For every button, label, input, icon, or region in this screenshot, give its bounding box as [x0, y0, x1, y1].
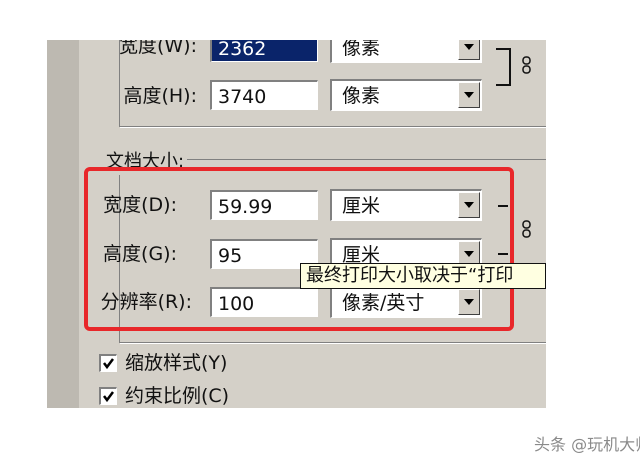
checkmark-icon: [103, 358, 114, 370]
pixel-width-label: 宽度(W):: [118, 40, 197, 57]
annotation-highlight-box: [84, 167, 514, 331]
pixel-height-value: 3740: [218, 86, 267, 108]
pixel-width-unit: 像素: [342, 40, 381, 59]
constrain-proportions-label: 约束比例(C): [125, 385, 230, 407]
scale-styles-label: 缩放样式(Y): [125, 352, 228, 374]
chain-link-icon: [522, 220, 531, 238]
constrain-proportions-checkbox[interactable]: [99, 387, 117, 405]
watermark: 头条 @玩机大师: [534, 435, 640, 454]
chain-link-icon: [522, 56, 531, 74]
pixel-width-unit-select[interactable]: 像素: [330, 40, 482, 63]
pixel-width-input[interactable]: 2362: [210, 40, 318, 62]
pixel-height-unit-select[interactable]: 像素: [330, 79, 482, 111]
left-panel-strip: [47, 40, 79, 408]
pixel-link-bracket: [496, 48, 511, 86]
pixel-width-value: 2362: [218, 40, 267, 60]
scale-styles-checkbox[interactable]: [99, 354, 117, 372]
pixel-height-unit: 像素: [342, 85, 381, 107]
checkmark-icon: [103, 391, 114, 403]
pixel-height-input[interactable]: 3740: [210, 80, 318, 110]
pixel-height-label: 高度(H):: [123, 85, 197, 107]
chevron-down-icon[interactable]: [458, 82, 480, 108]
chevron-down-icon[interactable]: [458, 40, 480, 60]
tooltip: 最终打印大小取决于“打印: [300, 263, 546, 289]
